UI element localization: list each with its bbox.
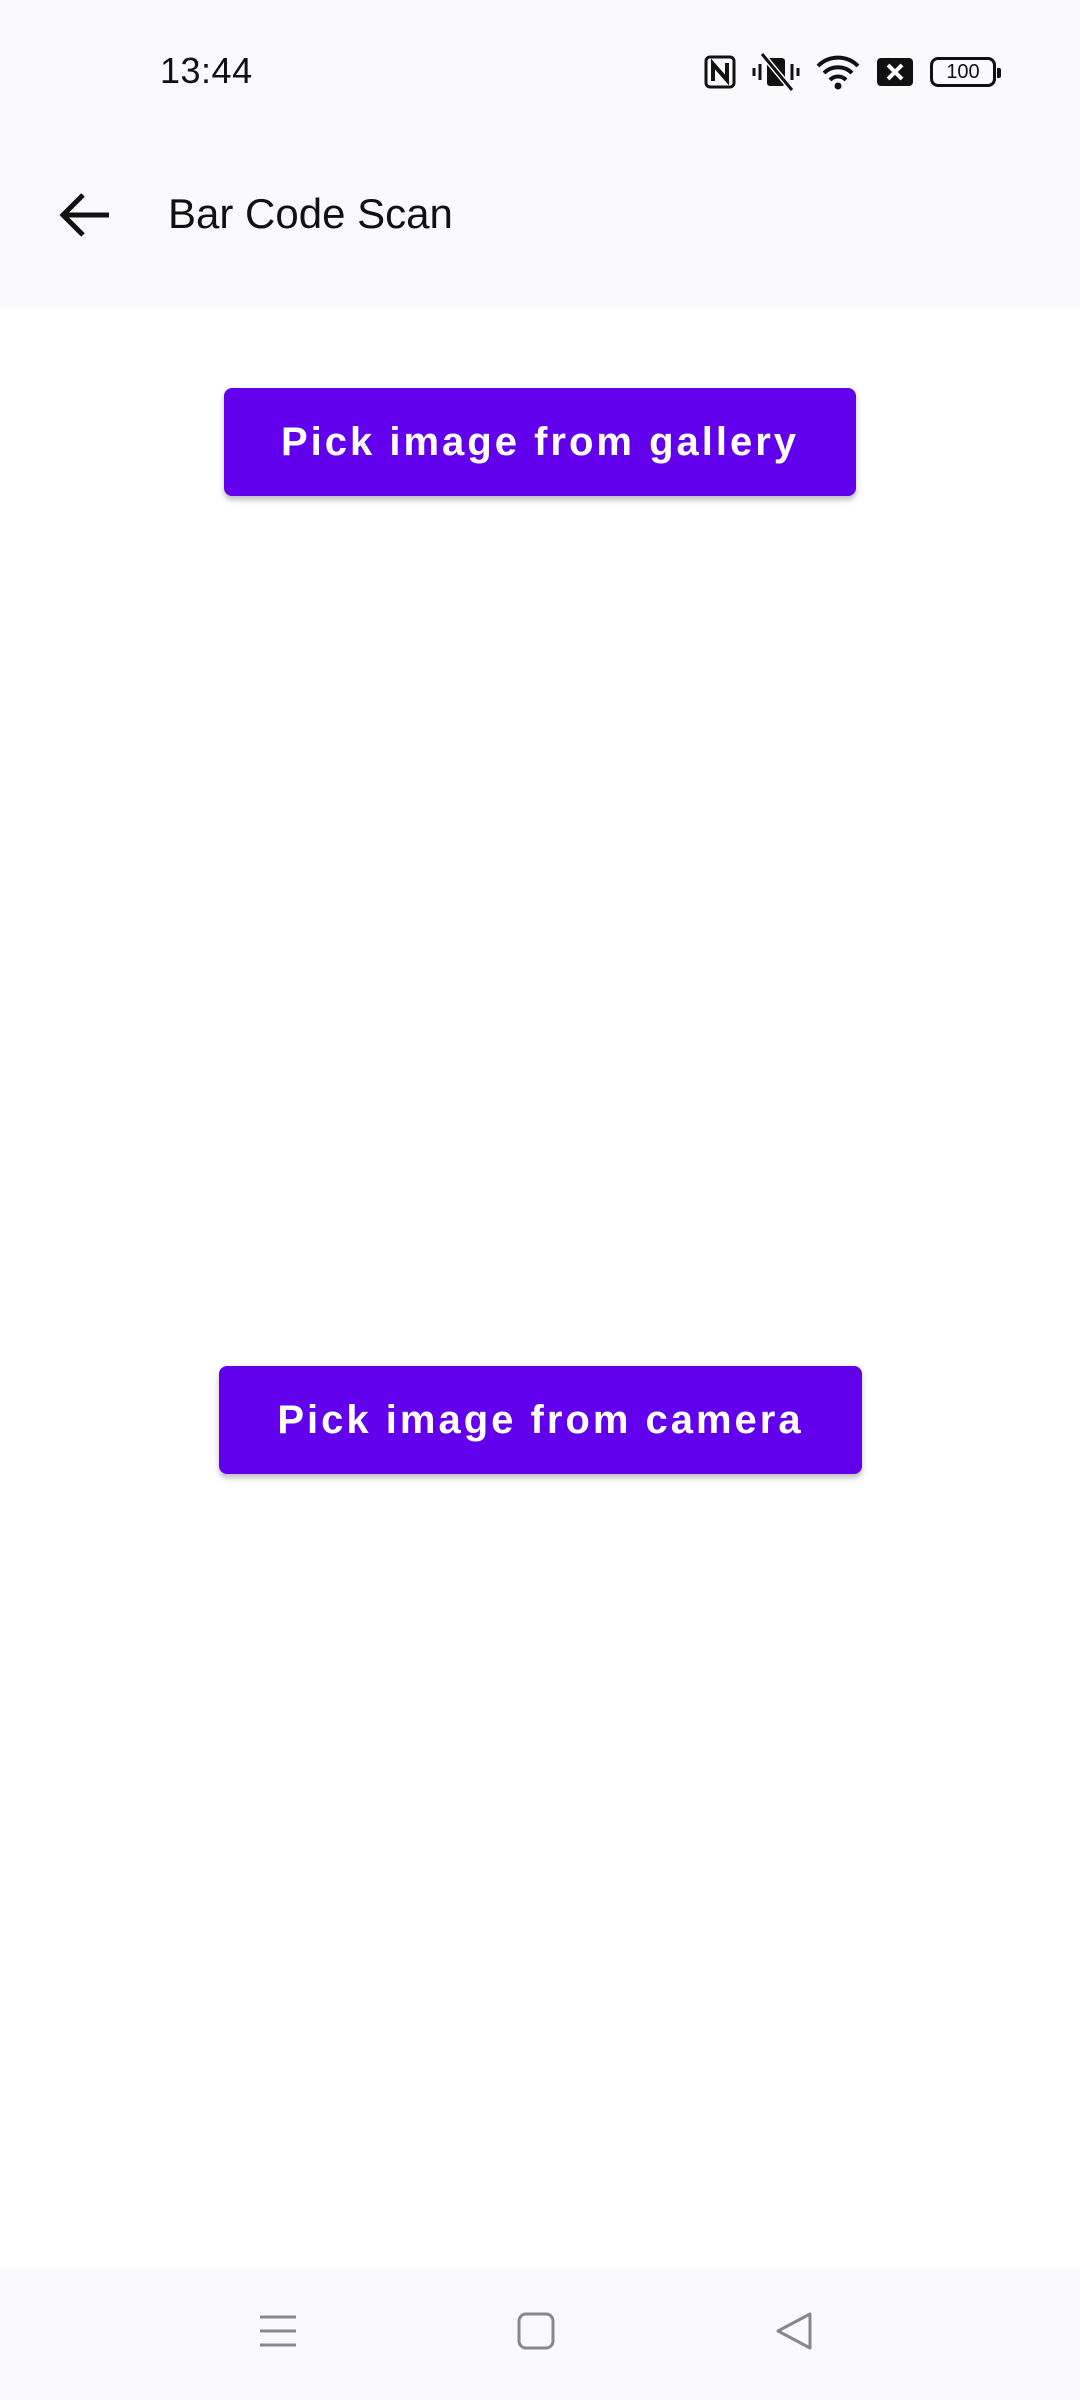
pick-gallery-button[interactable]: Pick image from gallery	[224, 388, 856, 496]
home-square-icon	[516, 2311, 556, 2356]
nav-home-button[interactable]	[496, 2298, 576, 2368]
sim-off-icon	[876, 56, 914, 88]
wifi-icon	[816, 54, 860, 90]
back-button[interactable]	[44, 176, 126, 258]
nav-recents-button[interactable]	[238, 2298, 318, 2368]
nfc-icon	[704, 55, 736, 89]
battery-level: 100	[946, 61, 980, 83]
vibrate-off-icon	[752, 52, 800, 92]
back-triangle-icon	[774, 2311, 814, 2356]
arrow-left-icon	[57, 191, 113, 244]
status-time: 13:44	[160, 50, 253, 91]
battery-icon: 100	[930, 57, 1001, 87]
system-nav-bar	[0, 2268, 1080, 2400]
menu-icon	[258, 2313, 298, 2354]
page-title: Bar Code Scan	[168, 190, 453, 237]
screen: 13:44 100 Bar Code Scan Pick image from …	[0, 0, 1080, 2400]
status-icons: 100	[704, 50, 1001, 94]
pick-camera-button[interactable]: Pick image from camera	[219, 1366, 862, 1474]
status-bar: 13:44 100	[0, 0, 1080, 140]
main-content: Pick image from gallery Pick image from …	[0, 308, 1080, 2268]
nav-back-button[interactable]	[754, 2298, 834, 2368]
app-bar: Bar Code Scan	[0, 140, 1080, 308]
